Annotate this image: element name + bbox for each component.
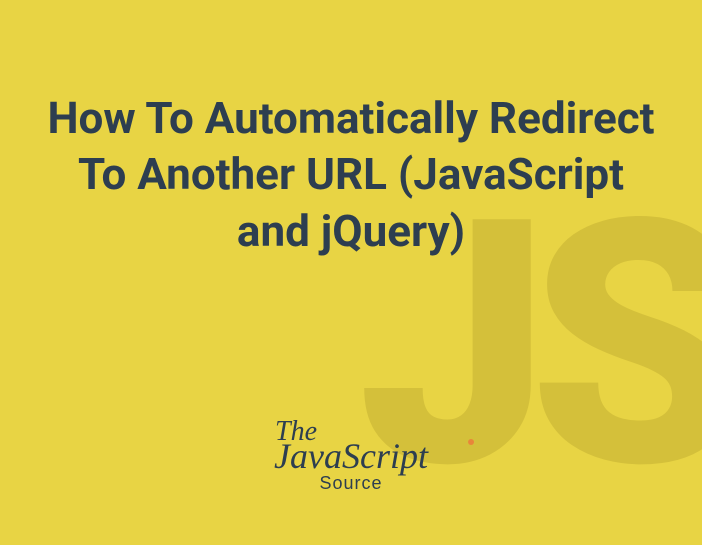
logo-accent-dot <box>468 439 474 445</box>
logo-main-text: JavaScript <box>274 435 428 477</box>
site-logo: The JavaScript Source <box>274 424 428 494</box>
page-title: How To Automatically Redirect To Another… <box>41 90 661 259</box>
